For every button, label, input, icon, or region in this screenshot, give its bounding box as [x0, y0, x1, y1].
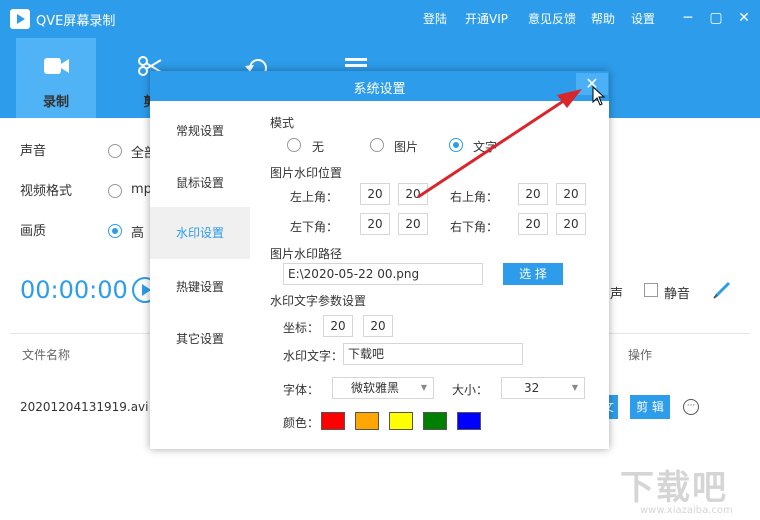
bottom-left-x-input[interactable]: 20	[360, 213, 390, 235]
bottom-right-x-input[interactable]: 20	[518, 213, 548, 235]
top-right-y-input[interactable]: 20	[556, 183, 586, 205]
menu-vip[interactable]: 开通VIP	[465, 10, 508, 27]
dialog-sidebar: 常规设置 鼠标设置 水印设置 热键设置 其它设置	[150, 101, 250, 449]
minimize-button[interactable]: ─	[678, 8, 698, 28]
dialog-title: 系统设置	[353, 82, 406, 97]
color-swatch-blue[interactable]	[457, 412, 481, 430]
maximize-button[interactable]: ▢	[706, 8, 726, 28]
image-path-label: 图片水印路径	[270, 247, 343, 261]
color-swatch-red[interactable]	[321, 412, 345, 430]
watermark-settings-panel: 模式 无 图片 文字 图片水印位置 左上角： 20 20 右上角： 20 20 …	[250, 101, 609, 449]
mode-label: 模式	[270, 116, 295, 130]
pencil-icon[interactable]	[712, 279, 734, 299]
sidebar-item-hotkey[interactable]: 热键设置	[150, 265, 250, 309]
file-row-name[interactable]: 20201204131919.avi	[20, 400, 149, 414]
size-select[interactable]: 32 ▼	[501, 377, 585, 399]
size-select-value: 32	[524, 381, 540, 395]
color-swatch-orange[interactable]	[355, 412, 379, 430]
site-watermark: 下载吧	[620, 468, 728, 508]
image-path-input[interactable]: E:\2020-05-22 00.png	[283, 263, 483, 285]
coords-label: 坐标：	[283, 321, 320, 335]
sidebar-item-general[interactable]: 常规设置	[150, 109, 250, 153]
sound-suffix-label: 声	[610, 287, 624, 302]
watermark-text-input[interactable]: 下载吧	[343, 343, 523, 365]
bottom-left-label: 左下角：	[290, 220, 339, 234]
mouse-cursor-icon	[592, 86, 606, 106]
tab-record-label: 录制	[42, 95, 69, 110]
menu-feedback[interactable]: 意见反馈	[528, 10, 576, 27]
sidebar-item-other[interactable]: 其它设置	[150, 317, 250, 361]
record-timer: 00:00:00	[20, 276, 128, 304]
font-select[interactable]: 微软雅黑 ▼	[332, 377, 434, 399]
mute-label: 静音	[664, 287, 691, 302]
top-right-label: 右上角：	[450, 190, 499, 204]
close-button[interactable]: ✕	[734, 8, 754, 28]
app-window: QVE屏幕录制 登陆 开通VIP 意见反馈 帮助 设置 ─ ▢ ✕ 录制 剪	[0, 0, 760, 520]
dialog-header: 系统设置 ✕	[150, 71, 609, 101]
more-icon[interactable]: ···	[683, 399, 699, 415]
color-swatch-green[interactable]	[423, 412, 447, 430]
bottom-right-y-input[interactable]: 20	[556, 213, 586, 235]
sound-all-radio[interactable]	[108, 144, 122, 158]
format-mp4-label: mp	[131, 182, 152, 197]
color-label: 颜色：	[283, 416, 320, 430]
menu-login[interactable]: 登陆	[423, 10, 447, 27]
text-x-input[interactable]: 20	[323, 315, 353, 337]
top-right-x-input[interactable]: 20	[518, 183, 548, 205]
site-watermark-url: www.xiazaiba.com	[640, 505, 733, 516]
quality-label: 画质	[20, 224, 47, 239]
app-logo-icon	[10, 9, 30, 29]
menu-settings[interactable]: 设置	[631, 10, 655, 27]
size-label: 大小：	[452, 383, 489, 397]
top-left-x-input[interactable]: 20	[360, 183, 390, 205]
mode-image-radio[interactable]	[370, 138, 384, 152]
quality-high-radio[interactable]	[108, 224, 122, 238]
camera-icon	[44, 58, 69, 74]
column-action: 操作	[628, 348, 653, 362]
text-y-input[interactable]: 20	[363, 315, 393, 337]
bottom-right-label: 右下角：	[450, 220, 499, 234]
chevron-down-icon: ▼	[420, 383, 427, 392]
column-filename: 文件名称	[22, 348, 71, 362]
sidebar-item-watermark[interactable]: 水印设置	[150, 207, 250, 259]
text-params-label: 水印文字参数设置	[270, 294, 367, 308]
quality-high-label: 高	[131, 226, 145, 241]
sound-label: 声音	[20, 144, 47, 159]
mode-none-label: 无	[312, 140, 325, 154]
mode-image-label: 图片	[394, 140, 419, 154]
title-bar: QVE屏幕录制 登陆 开通VIP 意见反馈 帮助 设置 ─ ▢ ✕	[0, 0, 760, 38]
app-title: QVE屏幕录制	[36, 14, 116, 29]
bottom-left-y-input[interactable]: 20	[398, 213, 428, 235]
font-select-value: 微软雅黑	[351, 381, 400, 395]
watermark-text-label: 水印文字：	[283, 349, 344, 363]
menu-help[interactable]: 帮助	[591, 10, 615, 27]
top-left-y-input[interactable]: 20	[398, 183, 428, 205]
mode-text-label: 文字	[473, 140, 498, 154]
mode-text-radio[interactable]	[449, 138, 463, 152]
sidebar-item-mouse[interactable]: 鼠标设置	[150, 161, 250, 205]
top-left-label: 左上角：	[290, 190, 339, 204]
image-position-label: 图片水印位置	[270, 166, 343, 180]
color-swatch-yellow[interactable]	[389, 412, 413, 430]
mute-checkbox[interactable]	[644, 283, 658, 297]
font-label: 字体：	[283, 383, 320, 397]
tab-record[interactable]: 录制	[16, 38, 96, 118]
format-mp4-radio[interactable]	[108, 184, 122, 198]
edit-file-button[interactable]: 剪 辑	[630, 395, 670, 419]
system-settings-dialog: 系统设置 ✕ 常规设置 鼠标设置 水印设置 热键设置 其它设置 模式 无 图片 …	[150, 71, 609, 449]
chevron-down-icon: ▼	[571, 383, 578, 392]
video-format-label: 视频格式	[20, 184, 73, 199]
select-image-button[interactable]: 选 择	[503, 263, 563, 285]
mode-none-radio[interactable]	[287, 138, 301, 152]
